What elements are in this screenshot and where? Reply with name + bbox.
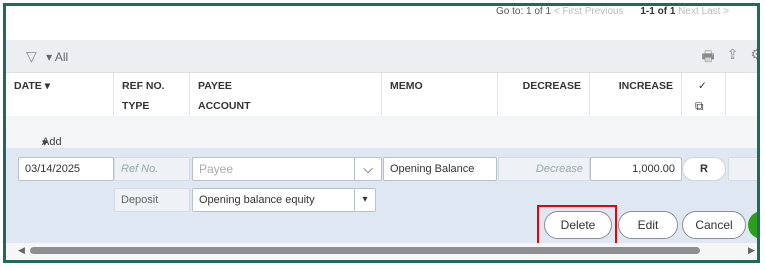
previous-page-link[interactable]: Previous: [585, 6, 624, 17]
account-header-label: ACCOUNT: [198, 100, 251, 112]
payee-placeholder: Payee: [199, 162, 234, 176]
export-icon[interactable]: ⇪: [727, 46, 739, 70]
memo-header-label: MEMO: [390, 80, 423, 92]
horizontal-scrollbar[interactable]: ◀ ▶: [6, 243, 757, 260]
memo-column-header: MEMO: [382, 73, 498, 117]
cancel-button[interactable]: Cancel: [682, 211, 746, 239]
decrease-column-header: DECREASE: [498, 73, 590, 117]
check-icon: ✓: [698, 80, 707, 92]
caret-down-icon: ▾: [354, 189, 375, 211]
status-column-header: ✓ ⧉: [682, 73, 726, 117]
filter-dropdown[interactable]: ▽ ▾ All: [26, 48, 68, 65]
payee-account-column-header: PAYEE ACCOUNT: [190, 73, 382, 117]
extra-field: [728, 157, 757, 181]
gear-icon[interactable]: ⚙: [750, 46, 757, 70]
filter-label: All: [54, 50, 69, 64]
register-frame: Go to: 1 of 1 < First Previous 1-1 of 1 …: [3, 3, 760, 263]
scroll-right-icon[interactable]: ▶: [748, 245, 755, 256]
type-field: Deposit: [114, 188, 190, 212]
payee-header-label: PAYEE: [198, 80, 232, 92]
edit-button[interactable]: Edit: [618, 211, 678, 239]
table-header: DATE ▾ REF NO. TYPE PAYEE ACCOUNT MEMO D…: [6, 72, 757, 118]
last-page-link[interactable]: Last >: [702, 6, 730, 17]
account-select[interactable]: Opening balance equity ▾: [192, 188, 376, 212]
ref-type-column-header: REF NO. TYPE: [114, 73, 190, 117]
filter-bar: ▽ ▾ All 🖶 ⇪ ⚙: [6, 40, 757, 72]
add-deposit-bar: Add deposit ▾: [6, 116, 757, 160]
highlight-box: [537, 205, 617, 246]
ref-no-field[interactable]: Ref No.: [114, 157, 190, 181]
pager-page-info: 1-1 of 1: [640, 6, 676, 17]
next-page-link[interactable]: Next: [678, 6, 699, 17]
chevron-down-icon[interactable]: ⌵: [354, 158, 381, 180]
date-header-label: DATE: [14, 80, 42, 92]
sort-down-icon: ▾: [44, 80, 51, 92]
account-value: Opening balance equity: [199, 194, 315, 206]
decrease-field[interactable]: Decrease: [498, 157, 590, 181]
payee-field[interactable]: Payee ⌵: [192, 157, 382, 181]
date-column-header[interactable]: DATE ▾: [6, 73, 114, 117]
toolbar-icons: 🖶 ⇪ ⚙: [701, 46, 757, 70]
caret-down-icon: ▾: [46, 50, 53, 64]
pager: Go to: 1 of 1 < First Previous 1-1 of 1 …: [496, 6, 729, 17]
increase-column-header: INCREASE: [590, 73, 682, 117]
decrease-header-label: DECREASE: [522, 80, 581, 92]
pager-range: 1 of 1: [526, 6, 552, 17]
ref-header-label: REF NO.: [122, 80, 165, 92]
date-field[interactable]: 03/14/2025: [18, 157, 114, 181]
memo-field[interactable]: Opening Balance: [383, 157, 497, 181]
copy-icon[interactable]: ⧉: [695, 99, 704, 114]
type-header-label: TYPE: [122, 100, 150, 112]
pager-goto: Go to:: [496, 6, 524, 17]
reconcile-status-button[interactable]: R: [682, 157, 726, 181]
increase-field[interactable]: 1,000.00: [590, 157, 682, 181]
scrollbar-thumb[interactable]: [30, 247, 700, 254]
first-page-link[interactable]: < First: [554, 6, 582, 17]
print-icon[interactable]: 🖶: [701, 46, 714, 70]
increase-header-label: INCREASE: [618, 80, 673, 92]
scroll-left-icon[interactable]: ◀: [18, 245, 25, 256]
filter-icon: ▽: [26, 48, 37, 64]
